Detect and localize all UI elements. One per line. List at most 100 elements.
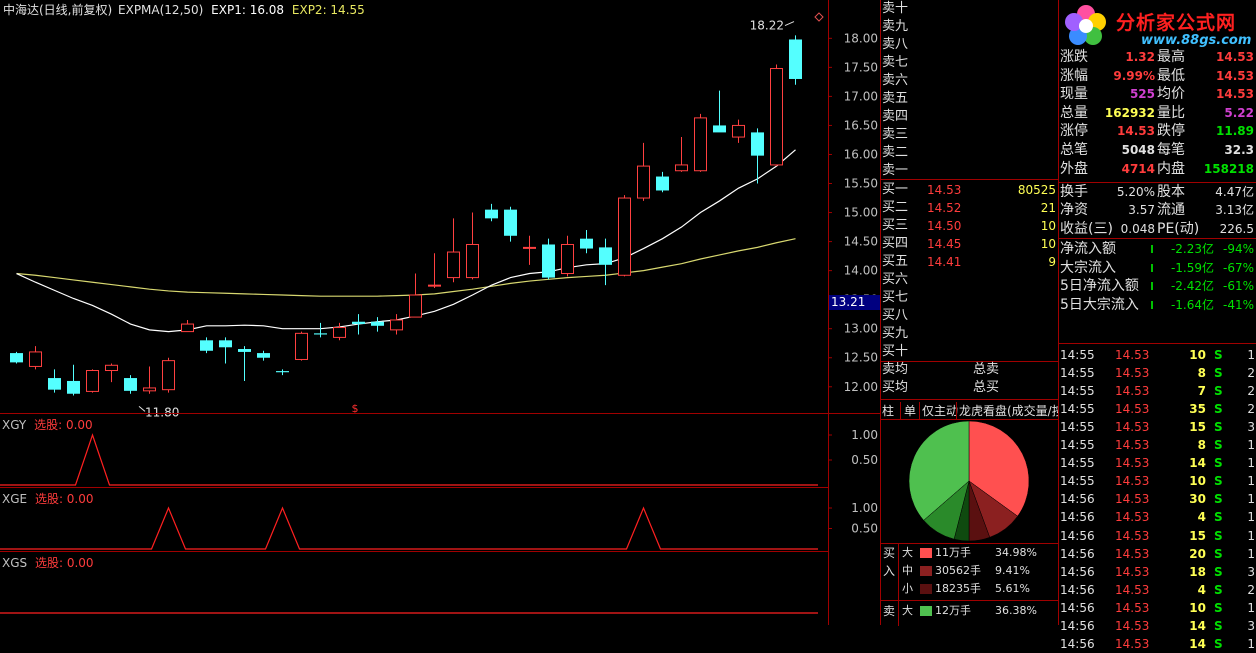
y-tick-label: 16.00 <box>844 147 878 161</box>
flow-legend: 买入 卖 大 11万手 34.98% 中 30562手 9.41% 小 18235手 5.61%… <box>881 543 1058 626</box>
sell-level-row: 卖十 <box>882 1 909 16</box>
tab-dragon-tiger[interactable]: 龙虎看盘(成交量/按 <box>956 402 1058 419</box>
y-tick-label: 15.50 <box>844 177 878 191</box>
candle-body <box>466 243 479 279</box>
sub-tick-label: 0.50 <box>851 522 878 536</box>
flow-legend-row: 大 11万手 34.98% <box>902 546 1037 559</box>
flow-legend-row: 中 30562手 9.41% <box>902 564 1030 577</box>
flow-legend-row: 小 18235手 5.61% <box>902 582 1030 595</box>
y-tick-label: 16.50 <box>844 118 878 132</box>
order-book: 卖十 卖九 卖八 卖七 卖六 卖五 卖四 卖三 卖二 卖一 买一 14.53 80525 买二 14.52… <box>881 0 1058 400</box>
high-arrow <box>784 21 795 27</box>
candle-body <box>124 378 137 391</box>
tab-bar: 柱 单 仅主动 龙虎看盘(成交量/按 <box>881 399 1058 420</box>
xge-label: XGE 选股: 0.00 <box>2 492 94 506</box>
xge-line <box>0 506 818 550</box>
candle <box>599 238 612 286</box>
buy-level-row: 买十 <box>882 344 909 359</box>
tick-list[interactable]: 14:55 14.53 10 S 1 14:55 14.53 8 S 2 14:55 14.53 7 S 2… <box>1059 343 1256 651</box>
y-tick-label: 18.00 <box>844 31 878 45</box>
y-tick-label: 14.00 <box>844 264 878 278</box>
candle-body <box>219 340 232 348</box>
tick-row: 14:56 14.53 18 S 3 <box>1060 564 1255 579</box>
exp2-line <box>16 238 796 297</box>
stats-row: 净资 3.57 流通 3.13亿 <box>1060 202 1254 219</box>
candle <box>428 253 441 289</box>
candle <box>200 337 213 354</box>
tick-row: 14:55 14.53 7 S 2 <box>1060 384 1255 399</box>
candle <box>542 238 555 280</box>
candle-body <box>143 387 156 392</box>
candle-body <box>656 176 669 191</box>
sell-level-row: 卖二 <box>882 145 909 160</box>
tick-row: 14:55 14.53 8 S 2 <box>1060 366 1255 381</box>
candle <box>67 364 80 396</box>
sell-level-row: 卖一 <box>882 163 909 178</box>
candle <box>485 203 498 222</box>
quote-row: 总笔 5048 每笔 32.3 <box>1060 142 1254 158</box>
candle-body <box>295 332 308 360</box>
candle <box>390 314 403 335</box>
tick-row: 14:56 14.53 4 S 1 <box>1060 510 1255 525</box>
candle-body <box>542 244 555 278</box>
candle <box>523 235 536 265</box>
candle <box>371 317 384 332</box>
sub-tick-label: 1.00 <box>851 501 878 515</box>
candle-body <box>599 247 612 265</box>
tab-bar-chart[interactable]: 柱 <box>882 402 894 419</box>
buy-level-row: 买五 14.41 9 <box>882 254 1056 269</box>
tick-row: 14:55 14.53 14 S 1 <box>1060 456 1255 471</box>
candle-body <box>105 364 118 372</box>
legend-swatch <box>920 606 932 616</box>
candle-body <box>770 68 783 166</box>
tick-row: 14:55 14.53 10 S 1 <box>1060 348 1255 362</box>
candle-body <box>390 319 403 331</box>
chart-area[interactable]: 中海达(日线,前复权) EXPMA(12,50) EXP1: 16.08 EXP… <box>0 0 881 625</box>
candle-body <box>238 349 251 352</box>
candle <box>770 64 783 167</box>
candlestick-chart[interactable]: 18.00 17.50 17.00 16.50 16.00 15.50 15.00 14.50… <box>0 0 880 625</box>
y-tick-label: 12.00 <box>844 380 878 394</box>
candle-body <box>732 124 745 138</box>
stats-panel: 换手 5.20% 股本 4.47亿 净资 3.57 流通 3.13亿 收益(三) 0.048 PE(… <box>1059 182 1256 237</box>
flow-bar <box>1151 282 1153 290</box>
quote-row: 现量 525 均价 14.53 <box>1060 86 1254 103</box>
candle <box>656 171 669 193</box>
candle <box>86 369 99 393</box>
candle-body <box>447 251 460 279</box>
tick-row: 14:55 14.53 15 S 3 <box>1060 420 1255 435</box>
xgs-label: XGS 选股: 0.00 <box>2 556 94 570</box>
legend-swatch <box>920 548 932 558</box>
candle <box>276 369 289 376</box>
avg-sell-row: 卖均 总卖 <box>882 362 1000 377</box>
candle-body <box>10 353 23 363</box>
legend-swatch <box>920 584 932 594</box>
buy-level-row: 买二 14.52 21 <box>882 200 1056 215</box>
candle <box>580 229 593 254</box>
candle <box>504 206 517 242</box>
candle <box>333 322 346 341</box>
candle-body <box>200 340 213 351</box>
candle-body <box>86 370 99 392</box>
y-tick-label: 15.00 <box>844 206 878 220</box>
quote-row: 涨跌 1.32 最高 14.53 <box>1060 49 1254 65</box>
candle-body <box>371 321 384 326</box>
candle-body <box>561 243 574 275</box>
candle <box>10 351 23 364</box>
candle-body <box>485 209 498 219</box>
sub-tick-label: 0.50 <box>851 453 878 467</box>
current-price-tag: 13.21 <box>829 295 881 310</box>
tab-single[interactable]: 单 <box>900 402 916 419</box>
flow-pie-chart <box>908 420 1030 542</box>
candle-body <box>618 197 631 276</box>
xgy-line <box>0 433 818 486</box>
candle <box>143 366 156 394</box>
legend-swatch <box>920 566 932 576</box>
candle-body <box>48 378 61 390</box>
sell-level-row: 卖六 <box>882 73 909 88</box>
quote-row: 涨停 14.53 跌停 11.89 <box>1060 123 1254 140</box>
tab-active-only[interactable]: 仅主动 <box>919 402 958 419</box>
sell-level-row: 卖三 <box>882 127 909 142</box>
flow-panel: 净流入额 -2.23亿 -94% 大宗流入 -1.59亿 -67% 5日净流入额 -2.42亿… <box>1059 238 1256 313</box>
candle <box>637 142 650 201</box>
